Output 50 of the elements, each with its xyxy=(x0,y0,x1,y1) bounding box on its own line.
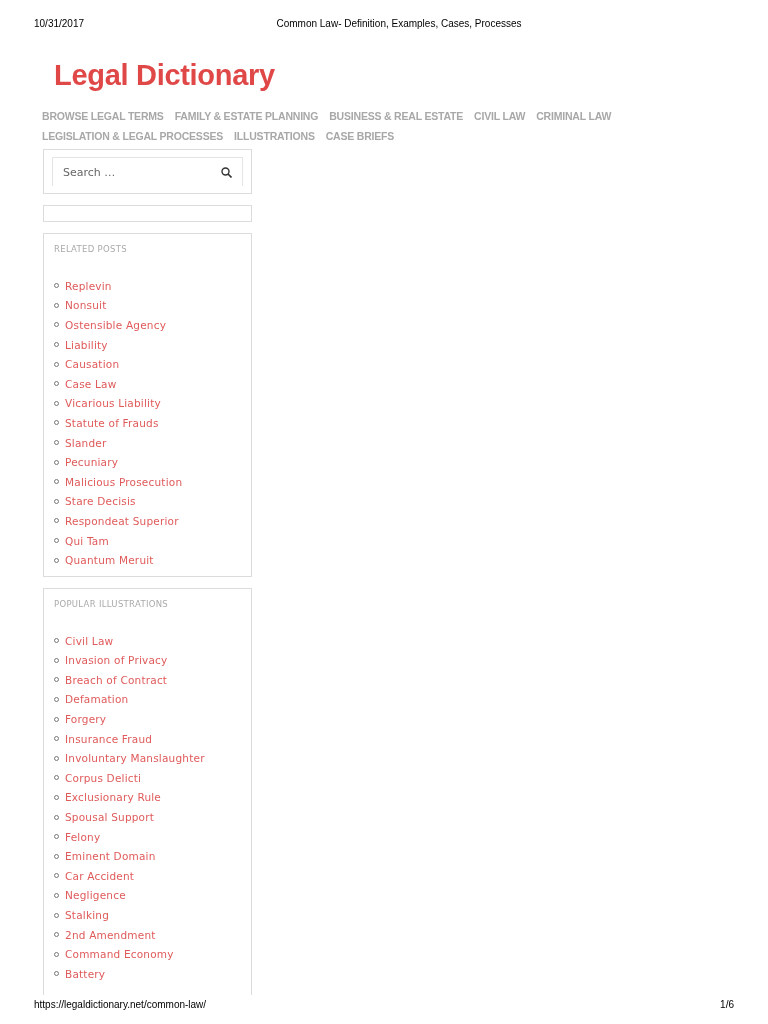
post-link[interactable]: Battery xyxy=(65,967,106,980)
post-link[interactable]: Qui Tam xyxy=(65,534,109,547)
post-link[interactable]: Stalking xyxy=(65,909,110,921)
post-link[interactable]: Vicarious Liability xyxy=(65,397,161,410)
nav-link[interactable]: CRIMINAL LAW xyxy=(536,110,612,122)
post-link[interactable]: Forgery xyxy=(65,713,107,726)
post-link[interactable]: Statute of Frauds xyxy=(65,416,159,429)
page-number: 1/6 xyxy=(720,999,734,1010)
post-link[interactable]: Exclusionary Rule xyxy=(65,791,162,804)
page-url: https://legaldictionary.net/common-law/ xyxy=(34,999,207,1010)
search-field[interactable]: Search … xyxy=(52,157,243,186)
post-link[interactable]: Eminent Domain xyxy=(65,850,156,863)
post-link[interactable]: Liability xyxy=(65,338,108,351)
post-link[interactable]: Felony xyxy=(65,830,101,843)
post-link[interactable]: Involuntary Manslaughter xyxy=(65,752,205,765)
nav-link[interactable]: BUSINESS & REAL ESTATE xyxy=(329,110,464,122)
nav-link[interactable]: FAMILY & ESTATE PLANNING xyxy=(174,110,319,122)
post-link[interactable]: Nonsuit xyxy=(65,299,107,312)
post-link[interactable]: Civil Law xyxy=(65,634,114,647)
post-link[interactable]: Breach of Contract xyxy=(65,673,168,686)
post-link[interactable]: Ostensible Agency xyxy=(65,319,167,331)
widget-title: POPULAR ILLUSTRATIONS xyxy=(54,598,170,609)
post-link[interactable]: Insurance Fraud xyxy=(65,732,153,745)
post-link[interactable]: Spousal Support xyxy=(65,811,155,824)
post-link[interactable]: Causation xyxy=(65,358,120,371)
post-link[interactable]: Replevin xyxy=(65,279,112,292)
post-link[interactable]: 2nd Amendment xyxy=(65,928,156,941)
post-link[interactable]: Pecuniary xyxy=(65,456,119,469)
post-link[interactable]: Slander xyxy=(65,436,107,449)
nav-link[interactable]: ILLUSTRATIONS xyxy=(234,130,315,142)
page-title: Common Law- Definition, Examples, Cases, Processes xyxy=(276,18,522,29)
post-link[interactable]: Corpus Delicti xyxy=(65,771,142,784)
post-link[interactable]: Malicious Prosecution xyxy=(65,475,183,488)
search-icon[interactable] xyxy=(221,166,232,178)
post-link[interactable]: Defamation xyxy=(65,693,129,706)
post-link[interactable]: Stare Decisis xyxy=(65,495,136,508)
post-link[interactable]: Case Law xyxy=(65,377,117,390)
post-link[interactable]: Quantum Meruit xyxy=(65,554,154,567)
print-date: 10/31/2017 xyxy=(34,18,86,29)
nav-link[interactable]: CASE BRIEFS xyxy=(325,130,395,142)
widget-title: RELATED POSTS xyxy=(54,244,128,254)
site-title[interactable]: Legal Dictionary xyxy=(54,59,275,92)
post-link[interactable]: Negligence xyxy=(65,889,126,902)
nav-link[interactable]: BROWSE LEGAL TERMS xyxy=(42,110,164,122)
post-link[interactable]: Command Economy xyxy=(65,948,174,961)
post-link[interactable]: Car Accident xyxy=(65,869,135,882)
nav-link[interactable]: LEGISLATION & LEGAL PROCESSES xyxy=(42,130,224,142)
post-link[interactable]: Invasion of Privacy xyxy=(65,654,168,667)
nav-link[interactable]: CIVIL LAW xyxy=(474,110,526,122)
post-link[interactable]: Respondeat Superior xyxy=(65,514,179,527)
